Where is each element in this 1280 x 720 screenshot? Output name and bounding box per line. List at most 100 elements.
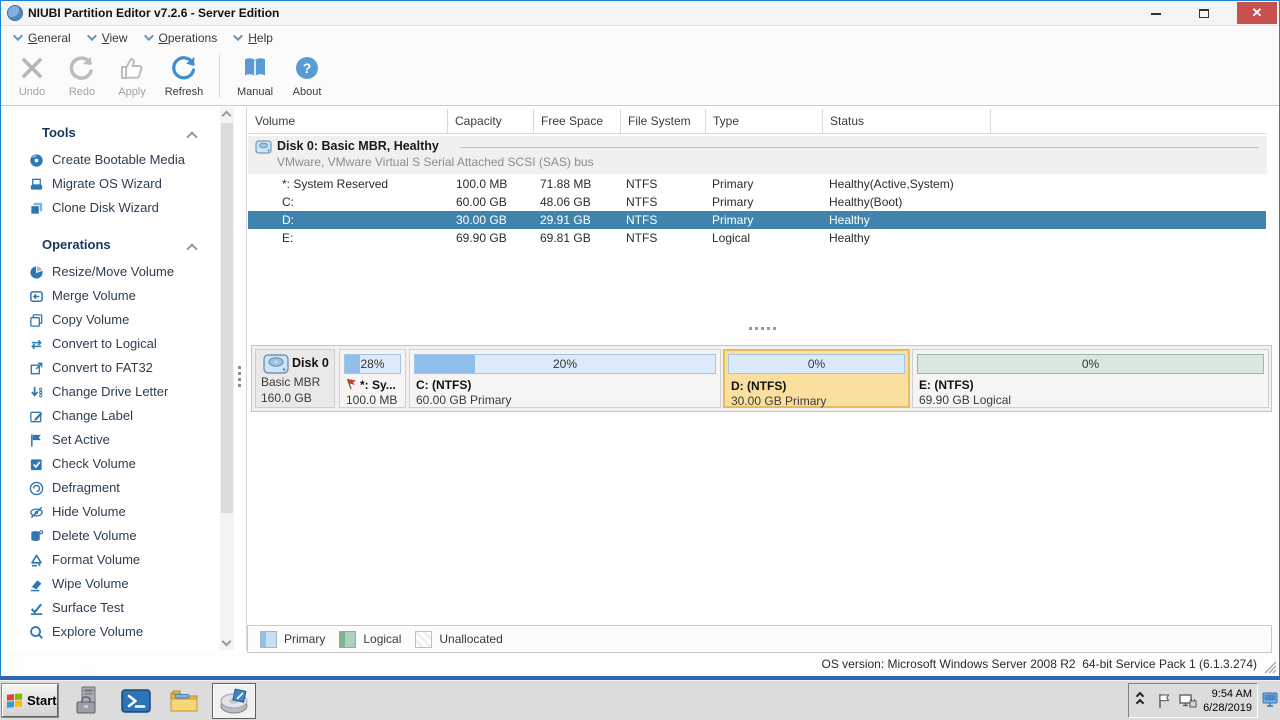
os-version-text: OS version: Microsoft Windows Server 200… (821, 653, 1257, 676)
sidebar-item-clone-disk-wizard[interactable]: Clone Disk Wizard (2, 197, 246, 221)
server-manager-icon[interactable] (72, 685, 104, 717)
unallocated-swatch (415, 631, 432, 648)
maximize-button[interactable] (1187, 2, 1221, 24)
resize-grip[interactable] (1264, 661, 1277, 674)
sidebar-item-hide-volume[interactable]: Hide Volume (2, 501, 246, 525)
volume-row-system-reserved[interactable]: *: System Reserved 100.0 MB 71.88 MB NTF… (248, 175, 1266, 193)
partition-block-c[interactable]: 20% C: (NTFS) 60.00 GB Primary (409, 349, 721, 408)
redo-button[interactable]: Redo (57, 48, 107, 105)
about-button[interactable]: ? About (282, 48, 332, 105)
column-header-type[interactable]: Type (706, 109, 823, 134)
sidebar-item-resize-move-volume[interactable]: Resize/Move Volume (2, 261, 246, 285)
column-header-volume[interactable]: Volume (248, 109, 448, 134)
clock[interactable]: 9:54 AM 6/28/2019 (1190, 687, 1252, 715)
collapse-icon[interactable] (186, 131, 197, 142)
sidebar-section-tools[interactable]: Tools (2, 125, 246, 149)
checkmark-icon (29, 601, 44, 616)
undo-button[interactable]: Undo (7, 48, 57, 105)
collapse-icon[interactable] (186, 243, 197, 254)
column-header-free-space[interactable]: Free Space (534, 109, 621, 134)
clone-icon (29, 201, 44, 216)
title-bar[interactable]: NIUBI Partition Editor v7.2.6 - Server E… (1, 1, 1279, 26)
sidebar-item-set-active[interactable]: Set Active (2, 429, 246, 453)
disk-map-disk0[interactable]: Disk 0 Basic MBR 160.0 GB (255, 349, 335, 408)
scroll-up-icon[interactable] (222, 111, 232, 121)
volume-row-c[interactable]: C: 60.00 GB 48.06 GB NTFS Primary Health… (248, 193, 1266, 211)
sidebar-item-copy-volume[interactable]: Copy Volume (2, 309, 246, 333)
sidebar-item-migrate-os-wizard[interactable]: Migrate OS Wizard (2, 173, 246, 197)
manual-button[interactable]: Manual (228, 48, 282, 105)
merge-icon (29, 289, 44, 304)
partition-block-d-selected[interactable]: 0% D: (NTFS) 30.00 GB Primary (723, 349, 910, 408)
recycle-icon (29, 553, 44, 568)
check-icon (29, 457, 44, 472)
cd-icon (29, 153, 44, 168)
disk-group-subtitle: VMware, VMware Virtual S Serial Attached… (277, 155, 594, 169)
close-button[interactable]: ✕ (1237, 2, 1277, 24)
column-header-status[interactable]: Status (823, 109, 991, 134)
sidebar-scrollbar[interactable] (220, 107, 234, 650)
undo-icon (7, 54, 57, 84)
flag-icon (29, 433, 44, 448)
powershell-icon[interactable] (120, 685, 152, 717)
menu-bar: General View Operations Help (1, 27, 1279, 48)
column-header-capacity[interactable]: Capacity (448, 109, 534, 134)
refresh-button[interactable]: Refresh (157, 48, 211, 105)
sidebar-item-create-bootable-media[interactable]: Create Bootable Media (2, 149, 246, 173)
horizontal-splitter-handle[interactable] (749, 327, 779, 330)
toolbar-separator (219, 55, 220, 98)
apply-button[interactable]: Apply (107, 48, 157, 105)
copy-icon (29, 313, 44, 328)
chevron-down-icon (143, 31, 153, 41)
sidebar-item-check-volume[interactable]: Check Volume (2, 453, 246, 477)
thumbs-up-icon (107, 54, 157, 84)
disk-group-row[interactable]: Disk 0: Basic MBR, Healthy VMware, VMwar… (248, 136, 1267, 174)
minimize-icon (1151, 13, 1161, 15)
niubi-taskbar-button-active[interactable] (212, 683, 256, 719)
sidebar-section-operations[interactable]: Operations (2, 237, 246, 261)
menu-label: View (102, 31, 128, 45)
eraser-icon (29, 577, 44, 592)
sidebar-item-explore-volume[interactable]: Explore Volume (2, 621, 246, 645)
sidebar-item-defragment[interactable]: Defragment (2, 477, 246, 501)
pie-icon (29, 265, 44, 280)
column-header-file-system[interactable]: File System (621, 109, 706, 134)
menu-help[interactable]: Help (233, 31, 273, 45)
explorer-folder-icon[interactable] (168, 685, 200, 717)
partition-block-system-reserved[interactable]: 28% *: Sy... 100.0 MB (339, 349, 406, 408)
action-center-flag-icon[interactable] (1155, 692, 1173, 710)
sidebar-item-format-volume[interactable]: Format Volume (2, 549, 246, 573)
taskbar: Start 9:54 AM 6/28/2019 (0, 680, 1280, 720)
volume-row-d-selected[interactable]: D: 30.00 GB 29.91 GB NTFS Primary Health… (248, 211, 1266, 229)
scroll-down-icon[interactable] (222, 637, 232, 647)
start-button[interactable]: Start (2, 684, 58, 717)
menu-operations[interactable]: Operations (144, 31, 218, 45)
menu-view[interactable]: View (87, 31, 128, 45)
sidebar-item-delete-volume[interactable]: Delete Volume (2, 525, 246, 549)
sidebar-item-merge-volume[interactable]: Merge Volume (2, 285, 246, 309)
sidebar-item-change-drive-letter[interactable]: Change Drive Letter (2, 381, 246, 405)
sidebar-item-convert-to-fat32[interactable]: Convert to FAT32 (2, 357, 246, 381)
partition-block-e[interactable]: 0% E: (NTFS) 69.90 GB Logical (912, 349, 1269, 408)
windows-logo-icon (7, 693, 23, 708)
niubi-app-icon (217, 686, 251, 716)
toolbar: Undo Redo Apply Refresh Manual ? About (1, 48, 1279, 106)
logical-swatch (339, 631, 356, 648)
show-desktop-icon[interactable] (1262, 689, 1278, 713)
show-hidden-icons-chevron[interactable] (1137, 693, 1143, 707)
chevron-down-icon (87, 31, 97, 41)
app-icon (7, 5, 23, 21)
migrate-icon (29, 177, 44, 192)
disk-icon (255, 140, 272, 155)
sidebar-item-change-label[interactable]: Change Label (2, 405, 246, 429)
volume-row-e[interactable]: E: 69.90 GB 69.81 GB NTFS Logical Health… (248, 229, 1266, 247)
menu-general[interactable]: General (13, 31, 71, 45)
vertical-splitter-handle[interactable] (238, 363, 243, 403)
sidebar-item-wipe-volume[interactable]: Wipe Volume (2, 573, 246, 597)
scrollbar-thumb[interactable] (221, 123, 233, 513)
convert-icon (29, 337, 44, 352)
minimize-button[interactable] (1139, 2, 1173, 24)
sidebar-item-surface-test[interactable]: Surface Test (2, 597, 246, 621)
window-title: NIUBI Partition Editor v7.2.6 - Server E… (28, 1, 279, 26)
sidebar-item-convert-to-logical[interactable]: Convert to Logical (2, 333, 246, 357)
